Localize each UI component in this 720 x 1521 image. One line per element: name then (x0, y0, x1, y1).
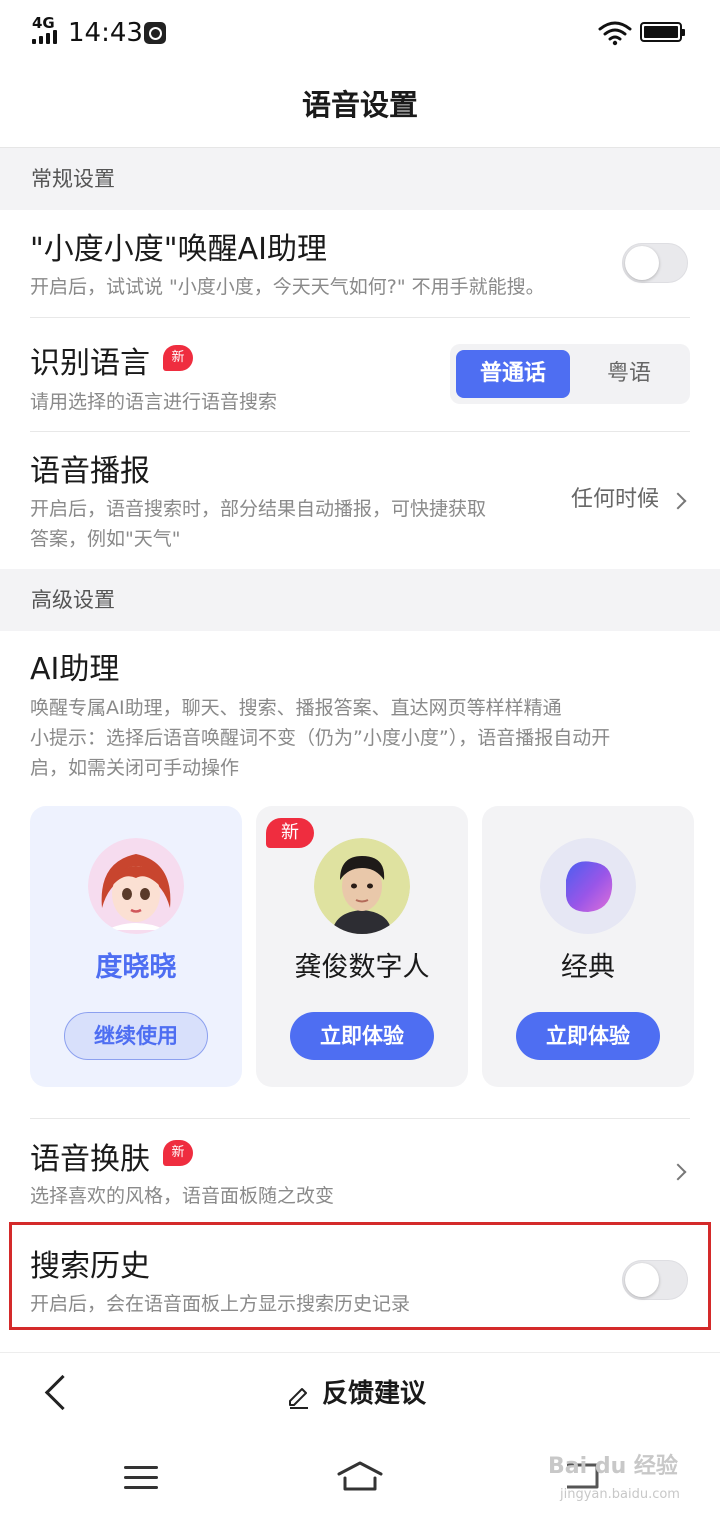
wake-toggle[interactable] (622, 243, 688, 283)
divider (30, 317, 690, 318)
network-type-label: 4G (32, 14, 55, 32)
try-now-button[interactable]: 立即体验 (290, 1012, 434, 1060)
section-header-advanced: 高级设置 (0, 569, 720, 631)
chevron-right-icon[interactable] (669, 492, 687, 510)
section-title: 常规设置 (31, 167, 115, 191)
broadcast-desc-line2: 答案，例如"天气" (30, 528, 181, 550)
language-option-cantonese[interactable]: 粤语 (574, 350, 684, 398)
continue-use-button[interactable]: 继续使用 (64, 1012, 208, 1060)
language-title: 识别语言 (30, 346, 150, 381)
battery-icon (640, 22, 685, 42)
language-option-mandarin[interactable]: 普通话 (456, 350, 570, 398)
divider (30, 1118, 690, 1119)
wake-desc: 开启后，试试说 "小度小度，今天天气如何?" 不用手就能搜。 (30, 276, 545, 298)
card-name: 经典 (561, 952, 615, 983)
broadcast-value[interactable]: 任何时候 (571, 484, 659, 516)
card-name: 度晓晓 (95, 952, 177, 983)
watermark-url: jingyan.baidu.com (560, 1487, 680, 1502)
page-title: 语音设置 (301, 88, 418, 122)
home-icon[interactable] (336, 1460, 384, 1492)
skin-title: 语音换肤 (30, 1142, 150, 1177)
assistant-tip-line1: 小提示：选择后语音唤醒词不变（仍为”小度小度”），语音播报自动开 (30, 727, 611, 749)
assistant-tip-line2: 启，如需关闭可手动操作 (30, 757, 240, 779)
baidu-app-icon (144, 22, 166, 44)
wifi-icon (598, 21, 632, 46)
try-now-button[interactable]: 立即体验 (516, 1012, 660, 1060)
edit-icon (289, 1387, 308, 1409)
new-badge: 新 (163, 345, 193, 371)
assistant-card-duxiaoxiao[interactable]: 度晓晓 继续使用 (30, 806, 242, 1087)
language-segmented-control: 普通话 粤语 (450, 344, 690, 404)
watermark: Bai du 经验 (548, 1454, 678, 1479)
chevron-right-icon[interactable] (669, 1163, 687, 1181)
assistant-card-gongjun[interactable]: 新 龚俊数字人 立即体验 (256, 806, 468, 1087)
skin-desc: 选择喜欢的风格，语音面板随之改变 (30, 1185, 335, 1207)
status-time: 14:43 (68, 18, 143, 48)
new-badge: 新 (163, 1140, 193, 1166)
duxiaoxiao-avatar (88, 838, 184, 934)
feedback-button[interactable]: 反馈建议 (286, 1372, 426, 1416)
highlight-box (9, 1222, 711, 1330)
card-name: 龚俊数字人 (294, 952, 430, 983)
assistant-title: AI助理 (30, 652, 120, 687)
signal-icon (32, 30, 58, 44)
broadcast-desc-line1: 开启后，语音搜索时，部分结果自动播报，可快捷获取 (30, 498, 487, 520)
gongjun-avatar (314, 838, 410, 934)
divider (30, 431, 690, 432)
menu-icon[interactable] (124, 1466, 158, 1490)
assistant-desc: 唤醒专属AI助理，聊天、搜索、播报答案、直达网页等样样精通 (30, 697, 562, 719)
language-desc: 请用选择的语言进行语音搜索 (30, 391, 278, 413)
feedback-label: 反馈建议 (322, 1379, 427, 1409)
new-badge: 新 (266, 818, 314, 848)
toggle-knob (625, 246, 659, 280)
wake-title: "小度小度"唤醒AI助理 (30, 232, 327, 267)
classic-orb-icon (540, 838, 636, 934)
section-header-general: 常规设置 (0, 148, 720, 210)
section-title: 高级设置 (31, 588, 115, 612)
assistant-card-classic[interactable]: 经典 立即体验 (482, 806, 694, 1087)
broadcast-title: 语音播报 (30, 454, 150, 489)
